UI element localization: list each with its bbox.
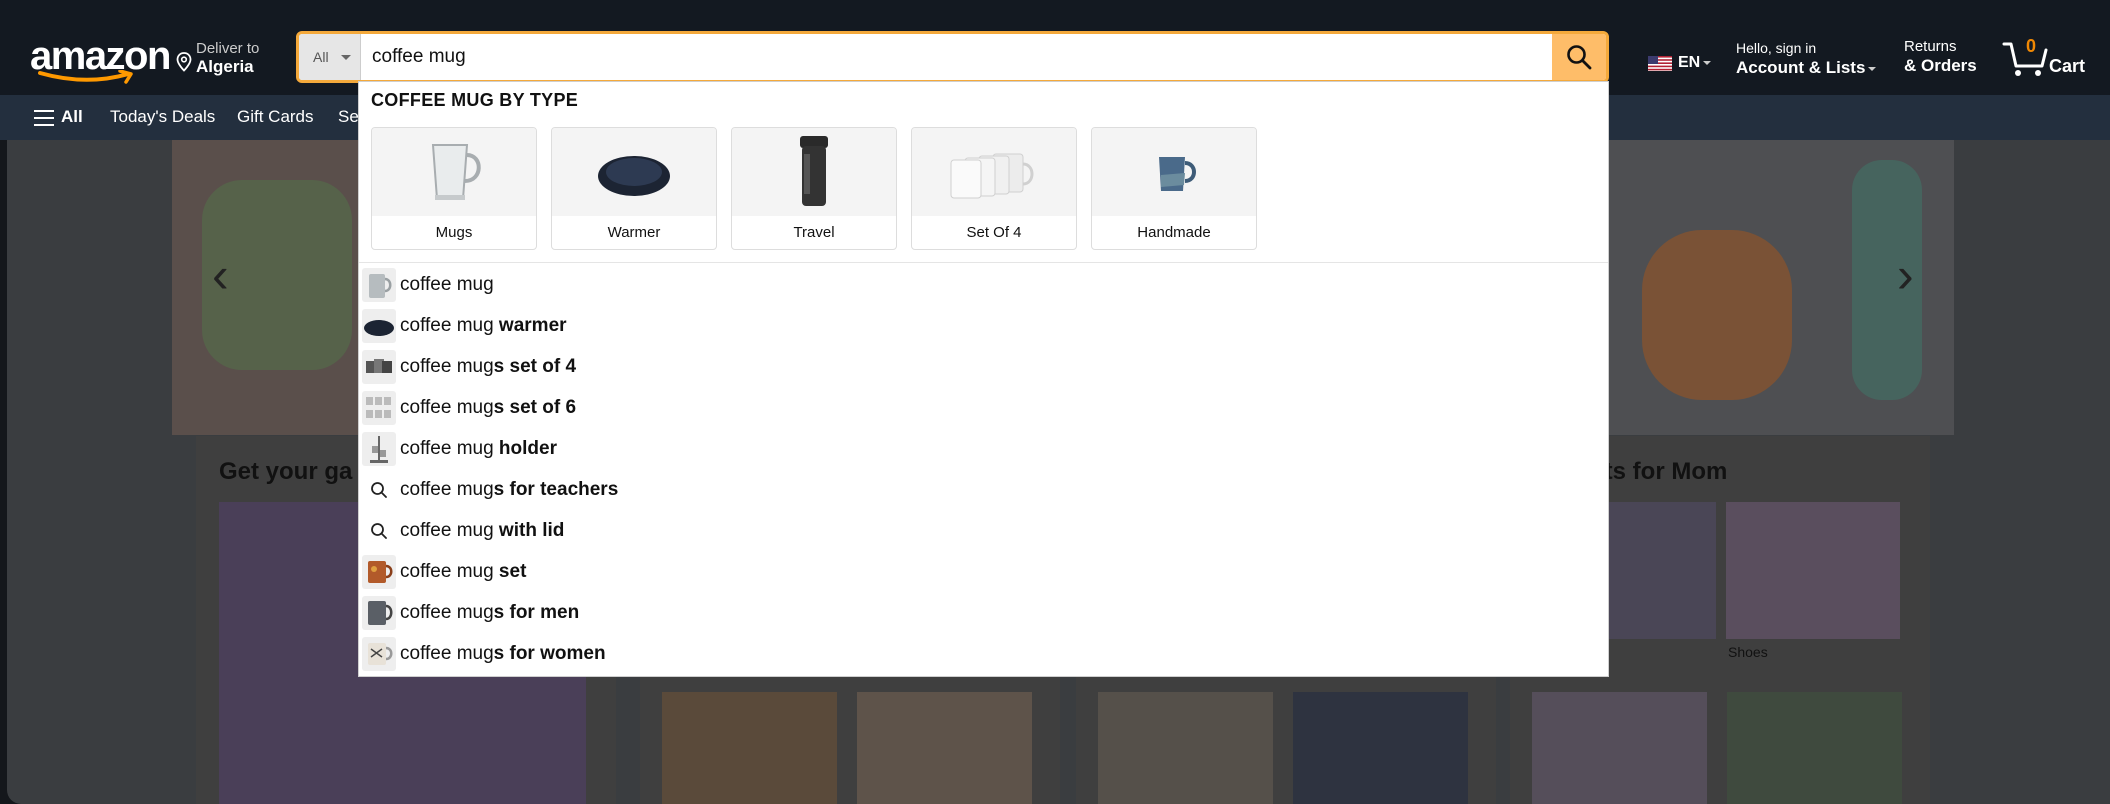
search-icon	[1567, 45, 1592, 70]
logo-smile-icon	[38, 70, 133, 84]
suggestion-item[interactable]: coffee mugs set of 6	[359, 387, 1608, 428]
mug-holder-thumbnail-icon	[362, 432, 396, 466]
suggestion-item[interactable]: coffee mugs for men	[359, 592, 1608, 633]
search-input[interactable]	[362, 34, 1552, 80]
nav-link-gift-cards[interactable]: Gift Cards	[237, 107, 314, 127]
carousel-next-icon[interactable]: ›	[1897, 250, 1914, 300]
hamburger-icon	[34, 110, 54, 126]
cart-label: Cart	[2049, 56, 2086, 76]
search-icon	[371, 523, 387, 539]
mug-set-thumbnail-icon	[362, 391, 396, 425]
all-menu-label: All	[61, 107, 83, 126]
suggestion-item[interactable]: coffee mug set	[359, 551, 1608, 592]
suggestion-item[interactable]: coffee mug warmer	[359, 305, 1608, 346]
search-button[interactable]	[1552, 34, 1606, 80]
search-category-label: All	[313, 49, 329, 65]
promo-card-title: ifts for Mom	[1590, 458, 1728, 485]
divider	[359, 262, 1608, 263]
suggestion-item[interactable]: coffee mug with lid	[359, 510, 1608, 551]
type-card-label: Warmer	[607, 224, 661, 241]
deliver-country: Algeria	[196, 57, 254, 76]
account-greeting: Hello, sign in	[1736, 40, 1817, 56]
mug-warmer-thumbnail-icon	[362, 309, 396, 343]
suggestion-item[interactable]: coffee mugs set of 4	[359, 346, 1608, 387]
suggestion-item[interactable]: coffee mugs for women	[359, 633, 1608, 674]
type-card-set-of-4[interactable]: Set Of 4	[911, 127, 1077, 250]
mug-set-thumbnail-icon	[362, 350, 396, 384]
cart-count: 0	[2026, 36, 2037, 56]
mug-warmer-icon	[552, 128, 716, 216]
type-card-label: Travel	[793, 224, 835, 241]
suggestion-item[interactable]: coffee mug holder	[359, 428, 1608, 469]
mug-thumbnail-icon	[362, 596, 396, 630]
cart-button[interactable]: 0 Cart	[2002, 36, 2102, 80]
account-lists[interactable]: Hello, sign in Account & Lists	[1736, 40, 1877, 78]
search-category-select[interactable]: All	[299, 34, 361, 80]
nav-link-partial[interactable]: Se	[338, 107, 359, 127]
search-icon	[371, 482, 387, 498]
mug-set-thumbnail-icon	[362, 555, 396, 589]
chevron-down-icon	[1703, 60, 1712, 65]
deliver-label: Deliver to	[196, 40, 260, 57]
search-bar: All	[296, 31, 1609, 83]
suggestion-item[interactable]: coffee mug	[359, 264, 1608, 305]
orders-label: & Orders	[1904, 56, 1977, 75]
cart-icon	[2002, 42, 2048, 76]
nav-link-todays-deals[interactable]: Today's Deals	[110, 107, 215, 127]
type-card-warmer[interactable]: Warmer	[551, 127, 717, 250]
us-flag-icon	[1648, 56, 1672, 71]
account-lists-label: Account & Lists	[1736, 58, 1866, 77]
amazon-logo[interactable]: amazon	[30, 36, 171, 84]
returns-label: Returns	[1904, 38, 1957, 55]
mug-icon	[372, 128, 536, 216]
promo-card-title: Get your ga	[219, 458, 353, 485]
language-label: EN	[1678, 54, 1701, 71]
type-card-mugs[interactable]: Mugs	[371, 127, 537, 250]
travel-mug-icon	[732, 128, 896, 216]
suggestion-item[interactable]: coffee mugs for teachers	[359, 469, 1608, 510]
mug-thumbnail-icon	[362, 637, 396, 671]
type-card-travel[interactable]: Travel	[731, 127, 897, 250]
category-caption[interactable]: Shoes	[1728, 644, 1768, 660]
type-card-label: Set Of 4	[966, 224, 1022, 241]
returns-orders[interactable]: Returns & Orders	[1904, 38, 1977, 76]
suggestion-section-title: COFFEE MUG BY TYPE	[371, 90, 579, 110]
search-suggestions-dropdown: COFFEE MUG BY TYPE Mugs Warmer Travel Se…	[358, 81, 1609, 677]
type-card-label: Mugs	[435, 224, 473, 241]
chevron-down-icon	[341, 55, 351, 60]
mug-thumbnail-icon	[362, 268, 396, 302]
chevron-down-icon	[1868, 66, 1877, 71]
type-card-handmade[interactable]: Handmade	[1091, 127, 1257, 250]
location-pin-icon	[176, 52, 192, 72]
handmade-mug-icon	[1092, 128, 1256, 216]
type-card-label: Handmade	[1137, 224, 1211, 241]
mug-set-icon	[912, 128, 1076, 216]
carousel-prev-icon[interactable]: ‹	[212, 250, 229, 300]
